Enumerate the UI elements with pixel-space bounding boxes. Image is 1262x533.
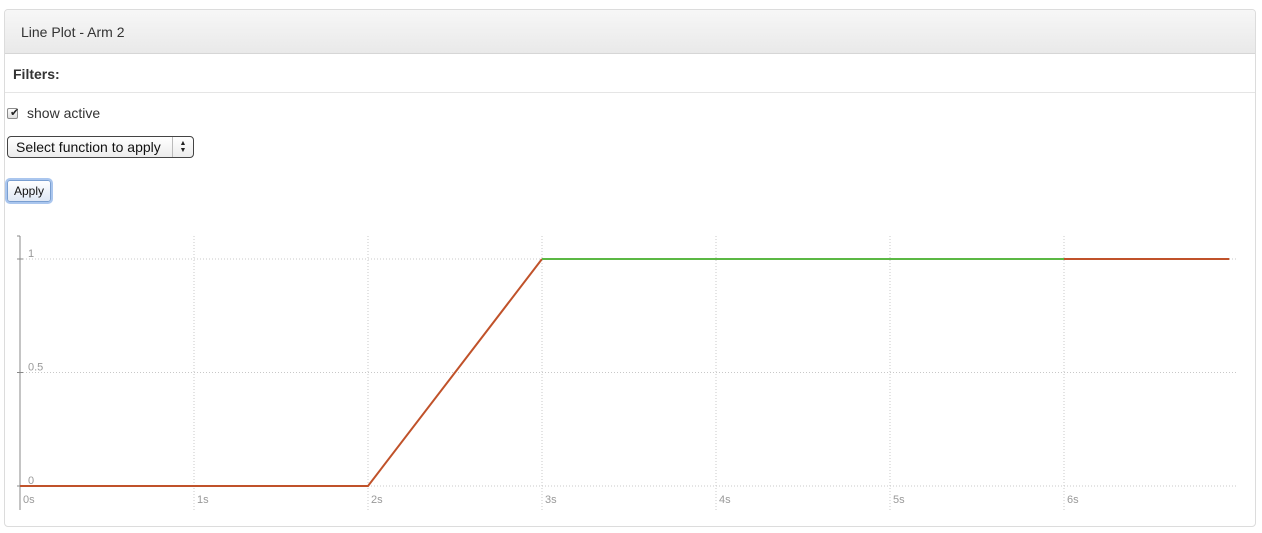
- x-tick-label: 0s: [23, 494, 35, 506]
- x-tick-label: 5s: [893, 494, 905, 506]
- y-tick-label: 0.5: [28, 362, 43, 374]
- line-chart: 00.510s 1s 2s 3s 4s 5s 6s: [17, 235, 1238, 510]
- x-tick-label: 3s: [545, 494, 557, 506]
- x-tick-label: 2s: [371, 494, 383, 506]
- y-tick-label: 1: [28, 248, 34, 260]
- x-tick-label: 4s: [719, 494, 731, 506]
- x-tick-label: 6s: [1067, 494, 1079, 506]
- x-tick-label: 1s: [197, 494, 209, 506]
